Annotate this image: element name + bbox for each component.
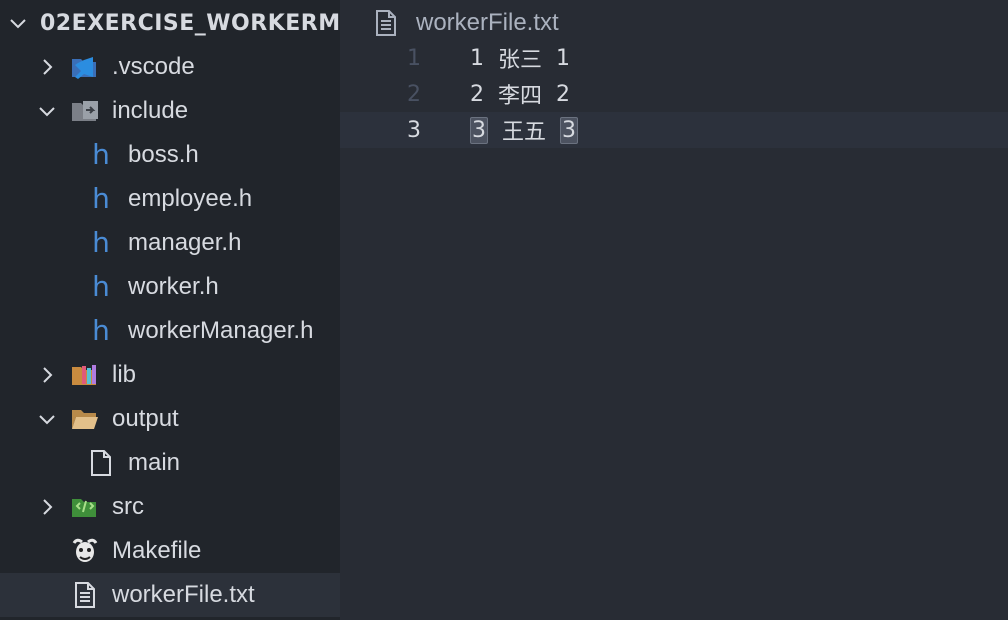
vscode-window: 02EXERCISE_WORKERM... .vscode include h … (0, 0, 1008, 620)
h-file-icon: h (92, 314, 110, 347)
folder-open-icon (70, 405, 100, 433)
tree-item-label: workerManager.h (128, 317, 314, 344)
vscode-folder-icon (70, 53, 100, 81)
tree-item-label: manager.h (128, 229, 242, 256)
chevron-down-icon[interactable] (37, 101, 57, 121)
tree-item-worker-h[interactable]: h worker.h (0, 265, 340, 309)
tree-item-label: include (112, 97, 189, 124)
line-content: 1 张三 1 (470, 42, 570, 74)
worker-dept: 2 (556, 81, 571, 107)
lib-folder-icon (70, 361, 100, 389)
tree-item-include[interactable]: include (0, 89, 340, 133)
explorer-title: 02EXERCISE_WORKERM... (40, 10, 340, 36)
chevron-down-icon[interactable] (37, 409, 57, 429)
file-tree: .vscode include h boss.h h employee.h h … (0, 45, 340, 617)
worker-name: 王五 (502, 120, 547, 145)
tree-item-main[interactable]: main (0, 441, 340, 485)
tree-item-workerfile-txt[interactable]: workerFile.txt (0, 573, 340, 617)
file-icon (86, 449, 116, 477)
line-number: 1 (407, 45, 421, 71)
tree-item-src[interactable]: src (0, 485, 340, 529)
tree-item-label: employee.h (128, 185, 253, 212)
tree-item-label: lib (112, 361, 137, 388)
chevron-right-icon[interactable] (37, 497, 57, 517)
tree-item-employee-h[interactable]: h employee.h (0, 177, 340, 221)
line-content: 3 王五 3 (470, 114, 579, 146)
text-file-icon (70, 581, 100, 609)
code-line-current[interactable]: 3 3 王五 3 (340, 112, 1008, 148)
chevron-down-icon[interactable] (8, 13, 28, 33)
tree-item-label: workerFile.txt (112, 581, 255, 608)
worker-id: 1 (470, 45, 484, 71)
h-file-icon: h (92, 270, 110, 303)
editor-pane: workerFile.txt 1 1 张三 1 2 2 李四 2 3 3 王五 3 (340, 0, 1008, 620)
tree-item-label: boss.h (128, 141, 199, 168)
tree-item-label: src (112, 493, 144, 520)
code-area[interactable]: 1 1 张三 1 2 2 李四 2 3 3 王五 3 (340, 40, 1008, 148)
chevron-right-icon[interactable] (37, 57, 57, 77)
line-number: 2 (407, 81, 421, 107)
h-file-icon: h (92, 182, 110, 215)
tree-item-label: Makefile (112, 537, 202, 564)
code-line[interactable]: 2 2 李四 2 (340, 76, 1008, 112)
tree-item-output[interactable]: output (0, 397, 340, 441)
line-number: 3 (407, 117, 421, 143)
tab-label: workerFile.txt (416, 9, 559, 36)
tree-item-boss-h[interactable]: h boss.h (0, 133, 340, 177)
text-file-icon (374, 9, 400, 37)
gnu-makefile-icon (70, 537, 100, 565)
worker-name: 李四 (498, 84, 543, 109)
worker-id-highlighted: 3 (470, 116, 488, 144)
tree-item-label: worker.h (128, 273, 219, 300)
explorer-header[interactable]: 02EXERCISE_WORKERM... (0, 0, 340, 46)
tree-item-workermanager-h[interactable]: h workerManager.h (0, 309, 340, 353)
worker-name: 张三 (498, 48, 543, 73)
tree-item-label: .vscode (112, 53, 195, 80)
tree-item-lib[interactable]: lib (0, 353, 340, 397)
include-folder-icon (70, 97, 100, 125)
tree-item-makefile[interactable]: Makefile (0, 529, 340, 573)
worker-dept-highlighted: 3 (560, 116, 579, 144)
tree-item-vscode[interactable]: .vscode (0, 45, 340, 89)
tree-item-label: output (112, 405, 179, 432)
src-folder-icon (70, 493, 100, 521)
chevron-right-icon[interactable] (37, 365, 57, 385)
explorer-sidebar: 02EXERCISE_WORKERM... .vscode include h … (0, 0, 340, 620)
line-content: 2 李四 2 (470, 78, 570, 110)
h-file-icon: h (92, 226, 110, 259)
code-line[interactable]: 1 1 张三 1 (340, 40, 1008, 76)
worker-id: 2 (470, 81, 484, 107)
worker-dept: 1 (556, 45, 571, 71)
tree-item-label: main (128, 449, 181, 476)
h-file-icon: h (92, 138, 110, 171)
tree-item-manager-h[interactable]: h manager.h (0, 221, 340, 265)
